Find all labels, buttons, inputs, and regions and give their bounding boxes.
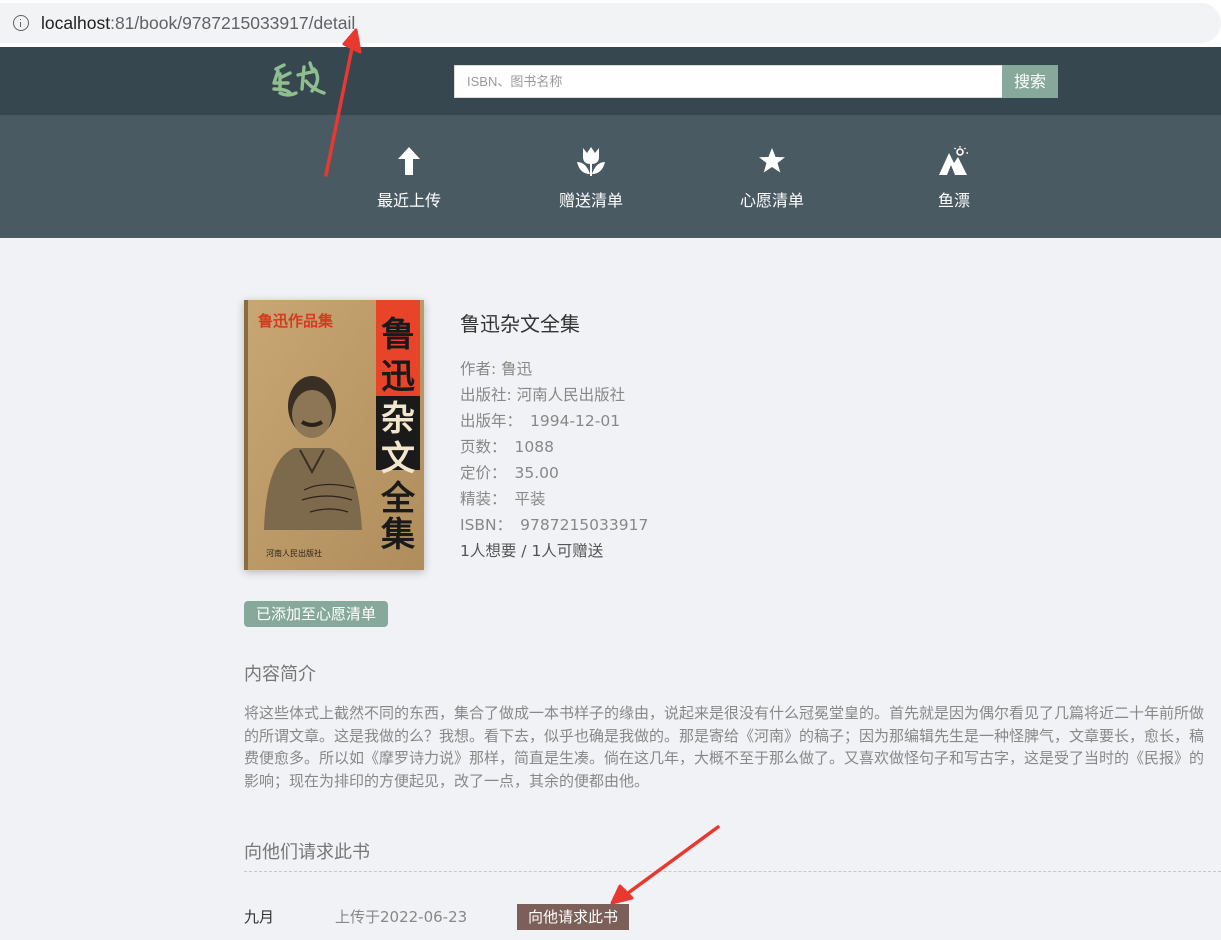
meta-author: 作者: 鲁迅	[460, 356, 648, 382]
cover-title-char: 文	[381, 439, 415, 479]
meta-value: 平装	[514, 490, 546, 508]
book-cover-image: 鲁迅作品集 鲁 迅 杂 文 全 集 河南人民出版社	[244, 300, 424, 570]
meta-price: 定价： 35.00	[460, 460, 648, 486]
book-title: 鲁迅杂文全集	[460, 312, 580, 336]
meta-value: 1088	[514, 438, 554, 456]
meta-isbn: ISBN： 9787215033917	[460, 512, 648, 538]
nav-label: 鱼漂	[937, 191, 970, 210]
search-button[interactable]: 搜索	[1002, 65, 1058, 98]
meta-label: 精装：	[460, 490, 507, 508]
search-input[interactable]: ISBN、图书名称	[454, 65, 1003, 98]
nav-gift-list[interactable]: 赠送清单	[541, 143, 641, 211]
meta-label: 作者:	[460, 360, 497, 378]
meta-publisher: 出版社: 河南人民出版社	[460, 382, 648, 408]
url-host: localhost	[41, 12, 111, 33]
request-upload-date: 上传于2022-06-23	[335, 908, 468, 926]
request-book-button[interactable]: 向他请求此书	[517, 904, 629, 930]
fish-book-logo-icon	[272, 61, 326, 97]
nav-label: 心愿清单	[739, 191, 804, 210]
cover-title-char: 迅	[381, 357, 415, 397]
meta-label: 出版社:	[460, 386, 512, 404]
meta-value: 河南人民出版社	[516, 386, 626, 404]
upload-arrow-icon	[359, 143, 459, 179]
section-divider	[244, 871, 1221, 872]
meta-label: 页数：	[460, 438, 507, 456]
cover-title-char: 集	[380, 515, 415, 555]
meta-value: 鲁迅	[501, 360, 533, 378]
url-path: :81/book/9787215033917/detail	[110, 12, 356, 33]
request-user-name: 九月	[244, 908, 275, 926]
tulip-icon	[541, 143, 641, 179]
meta-pubdate: 出版年： 1994-12-01	[460, 408, 648, 434]
meta-binding: 精装： 平装	[460, 486, 648, 512]
cover-title-char: 鲁	[381, 315, 415, 355]
mountain-sun-icon	[904, 143, 1004, 179]
star-icon	[722, 143, 822, 179]
meta-value: 35.00	[514, 464, 559, 482]
meta-value: 9787215033917	[520, 516, 649, 534]
meta-pages: 页数： 1088	[460, 434, 648, 460]
url-text[interactable]: localhost:81/book/9787215033917/detail	[41, 13, 355, 34]
nav-label: 赠送清单	[558, 191, 623, 210]
nav-fish-drift[interactable]: 鱼漂	[904, 143, 1004, 211]
summary-text: 将这些体式上截然不同的东西，集合了做成一本书样子的缘由，说起来是很没有什么冠冕堂…	[244, 704, 1205, 790]
meta-label: 出版年：	[460, 412, 523, 430]
cover-title-char: 全	[380, 479, 416, 519]
info-icon[interactable]	[13, 15, 29, 31]
meta-label: 定价：	[460, 464, 507, 482]
url-field[interactable]: localhost:81/book/9787215033917/detail	[0, 3, 1221, 43]
wish-list-added-badge[interactable]: 已添加至心愿清单	[244, 601, 388, 627]
site-header: ISBN、图书名称 搜索	[0, 47, 1221, 115]
nav-label: 最近上传	[376, 191, 441, 210]
meta-label: ISBN：	[460, 516, 513, 534]
annotation-arrow-request	[610, 825, 720, 905]
cover-series-text: 鲁迅作品集	[258, 312, 334, 330]
site-logo[interactable]	[266, 57, 330, 105]
cover-publisher-text: 河南人民出版社	[266, 548, 322, 558]
request-heading: 向他们请求此书	[244, 842, 370, 863]
wish-gift-counts: 1人想要 / 1人可赠送	[460, 542, 604, 560]
nav-recent-uploads[interactable]: 最近上传	[359, 143, 459, 211]
cover-title-char: 杂	[381, 399, 415, 439]
main-nav: 最近上传 赠送清单 心愿清单 鱼漂	[0, 115, 1221, 238]
summary-heading: 内容简介	[244, 664, 316, 685]
nav-wish-list[interactable]: 心愿清单	[722, 143, 822, 211]
book-meta: 作者: 鲁迅 出版社: 河南人民出版社 出版年： 1994-12-01 页数： 10…	[460, 356, 648, 564]
meta-value: 1994-12-01	[530, 412, 621, 430]
browser-address-bar: localhost:81/book/9787215033917/detail	[0, 0, 1221, 47]
